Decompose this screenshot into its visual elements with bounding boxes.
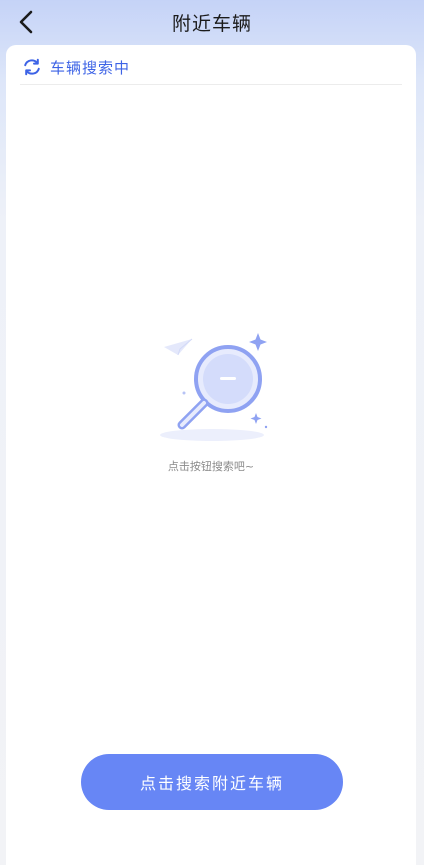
magnifier-illustration: [160, 333, 268, 441]
status-label: 车辆搜索中: [50, 58, 131, 77]
refresh-icon: [24, 58, 40, 76]
empty-hint: 点击按钮搜索吧~: [167, 460, 255, 473]
top-nav-bar: 附近车辆: [0, 0, 424, 44]
divider: [20, 84, 402, 85]
page-title: 附近车辆: [171, 13, 252, 35]
content-card: 车辆搜索中 点击按钮搜索吧~ 点击搜索附近车辆: [6, 45, 416, 865]
search-status: 车辆搜索中: [22, 55, 130, 79]
search-nearby-vehicles-button[interactable]: 点击搜索附近车辆: [81, 754, 343, 810]
